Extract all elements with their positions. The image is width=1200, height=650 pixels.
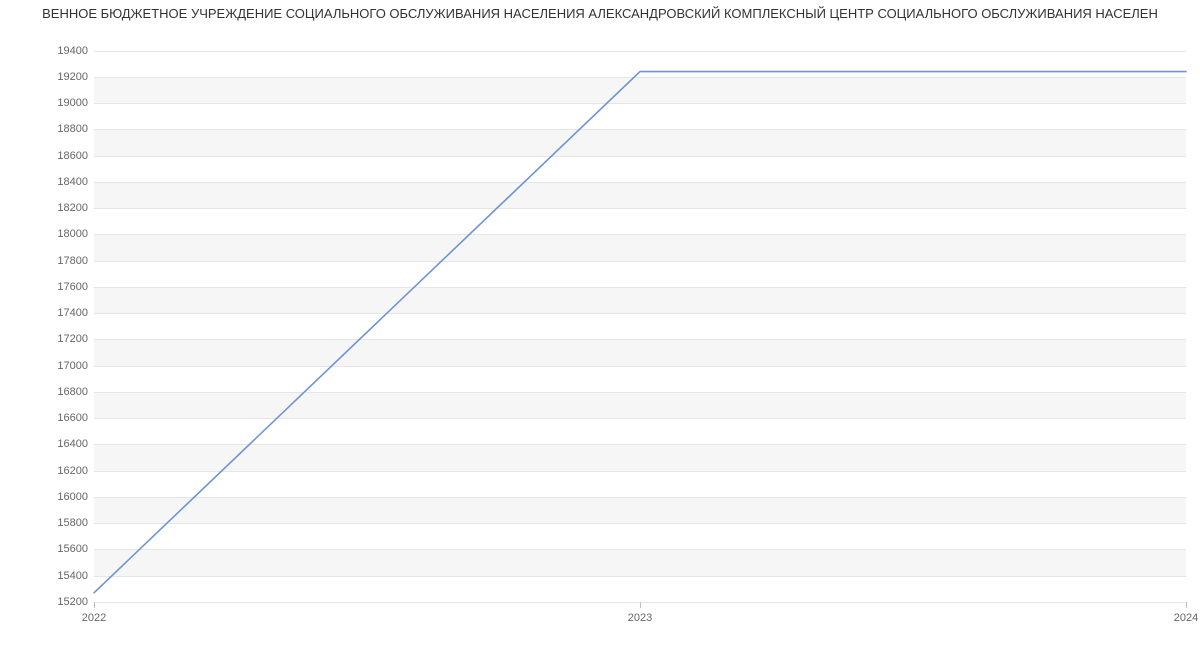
x-tick-mark [94, 602, 95, 608]
y-tick-label: 16400 [57, 438, 88, 450]
line-layer [94, 44, 1186, 602]
y-tick-label: 16600 [57, 412, 88, 424]
y-tick-label: 18400 [57, 176, 88, 188]
y-tick-label: 16200 [57, 465, 88, 477]
chart-title: ВЕННОЕ БЮДЖЕТНОЕ УЧРЕЖДЕНИЕ СОЦИАЛЬНОГО … [0, 6, 1200, 21]
y-tick-label: 15600 [57, 543, 88, 555]
y-tick-label: 18200 [57, 202, 88, 214]
y-tick-label: 18800 [57, 123, 88, 135]
y-tick-label: 15400 [57, 570, 88, 582]
y-tick-label: 17600 [57, 281, 88, 293]
y-tick-label: 19000 [57, 97, 88, 109]
y-tick-label: 18000 [57, 228, 88, 240]
y-tick-label: 17000 [57, 360, 88, 372]
x-tick-label: 2024 [1174, 612, 1198, 624]
y-tick-label: 16800 [57, 386, 88, 398]
y-tick-label: 16000 [57, 491, 88, 503]
y-tick-label: 17200 [57, 333, 88, 345]
y-tick-label: 17400 [57, 307, 88, 319]
x-tick-mark [640, 602, 641, 608]
y-tick-label: 15200 [57, 596, 88, 608]
y-tick-label: 17800 [57, 255, 88, 267]
y-tick-label: 19200 [57, 71, 88, 83]
series-line [94, 72, 1186, 593]
x-tick-label: 2022 [82, 612, 106, 624]
y-tick-label: 19400 [57, 45, 88, 57]
x-tick-label: 2023 [628, 612, 652, 624]
plot-area [94, 44, 1186, 603]
y-tick-label: 15800 [57, 517, 88, 529]
y-tick-label: 18600 [57, 150, 88, 162]
x-tick-mark [1186, 602, 1187, 608]
chart-container: ВЕННОЕ БЮДЖЕТНОЕ УЧРЕЖДЕНИЕ СОЦИАЛЬНОГО … [0, 0, 1200, 650]
